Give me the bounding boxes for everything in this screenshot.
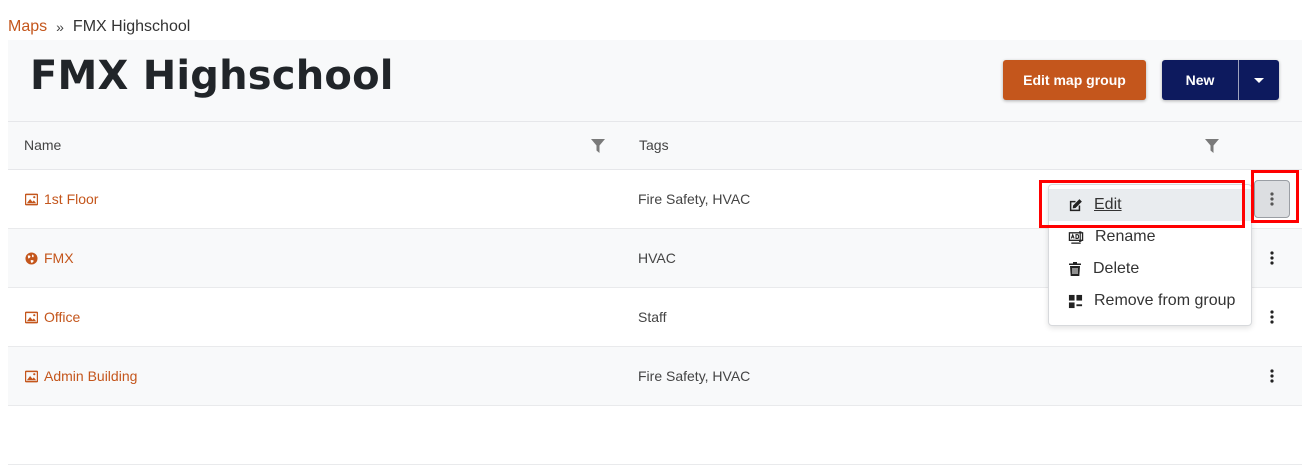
breadcrumb: Maps » FMX Highschool	[8, 18, 190, 36]
map-tags: Fire Safety, HVAC	[638, 191, 751, 207]
kebab-menu-icon	[1270, 369, 1274, 383]
column-header-name[interactable]: Name	[24, 137, 61, 153]
map-name-link[interactable]: Admin Building	[25, 368, 137, 384]
breadcrumb-current: FMX Highschool	[72, 18, 191, 35]
kebab-menu-icon	[1270, 310, 1274, 324]
globe-icon	[25, 251, 38, 265]
new-button[interactable]: New	[1162, 60, 1238, 100]
edit-map-group-button[interactable]: Edit map group	[1003, 60, 1146, 100]
row-actions-button[interactable]	[1254, 298, 1290, 336]
row-actions-button[interactable]	[1254, 239, 1290, 277]
map-tags: Fire Safety, HVAC	[638, 368, 751, 384]
menu-item-remove-from-group[interactable]: Remove from group	[1049, 285, 1251, 317]
caret-down-icon	[1254, 77, 1264, 83]
menu-item-label: Remove from group	[1094, 292, 1236, 309]
map-name-link[interactable]: Office	[25, 309, 80, 325]
image-icon	[25, 193, 38, 205]
map-name-link[interactable]: FMX	[25, 250, 74, 266]
rename-icon	[1068, 230, 1084, 244]
page-title: FMX Highschool	[30, 53, 394, 99]
highlight-actions-annotation	[1251, 170, 1299, 223]
filter-icon[interactable]	[1205, 139, 1219, 153]
table-header: Name Tags	[8, 121, 1302, 170]
filter-icon[interactable]	[591, 139, 605, 153]
map-name-link[interactable]: 1st Floor	[25, 191, 98, 207]
map-name: 1st Floor	[44, 191, 99, 207]
trash-icon	[1069, 262, 1081, 276]
kebab-menu-icon	[1270, 251, 1274, 265]
menu-item-delete[interactable]: Delete	[1049, 253, 1251, 285]
image-icon	[25, 370, 38, 382]
map-name: Admin Building	[44, 368, 138, 384]
table-row	[8, 406, 1302, 465]
column-header-tags[interactable]: Tags	[639, 137, 669, 153]
table-row: Admin Building Fire Safety, HVAC	[8, 347, 1302, 406]
map-tags: HVAC	[638, 250, 676, 266]
row-actions-button[interactable]	[1254, 357, 1290, 395]
highlight-edit-annotation	[1039, 180, 1245, 228]
breadcrumb-separator: »	[56, 19, 64, 35]
remove-from-group-icon	[1068, 294, 1083, 308]
map-name: Office	[44, 309, 81, 325]
breadcrumb-maps-link[interactable]: Maps	[8, 18, 47, 36]
map-name: FMX	[44, 250, 74, 266]
map-tags: Staff	[638, 309, 667, 325]
new-button-group: New	[1162, 60, 1279, 100]
image-icon	[25, 311, 38, 323]
menu-item-label: Rename	[1095, 228, 1156, 245]
new-dropdown-toggle[interactable]	[1238, 60, 1279, 100]
menu-item-label: Delete	[1093, 260, 1140, 277]
